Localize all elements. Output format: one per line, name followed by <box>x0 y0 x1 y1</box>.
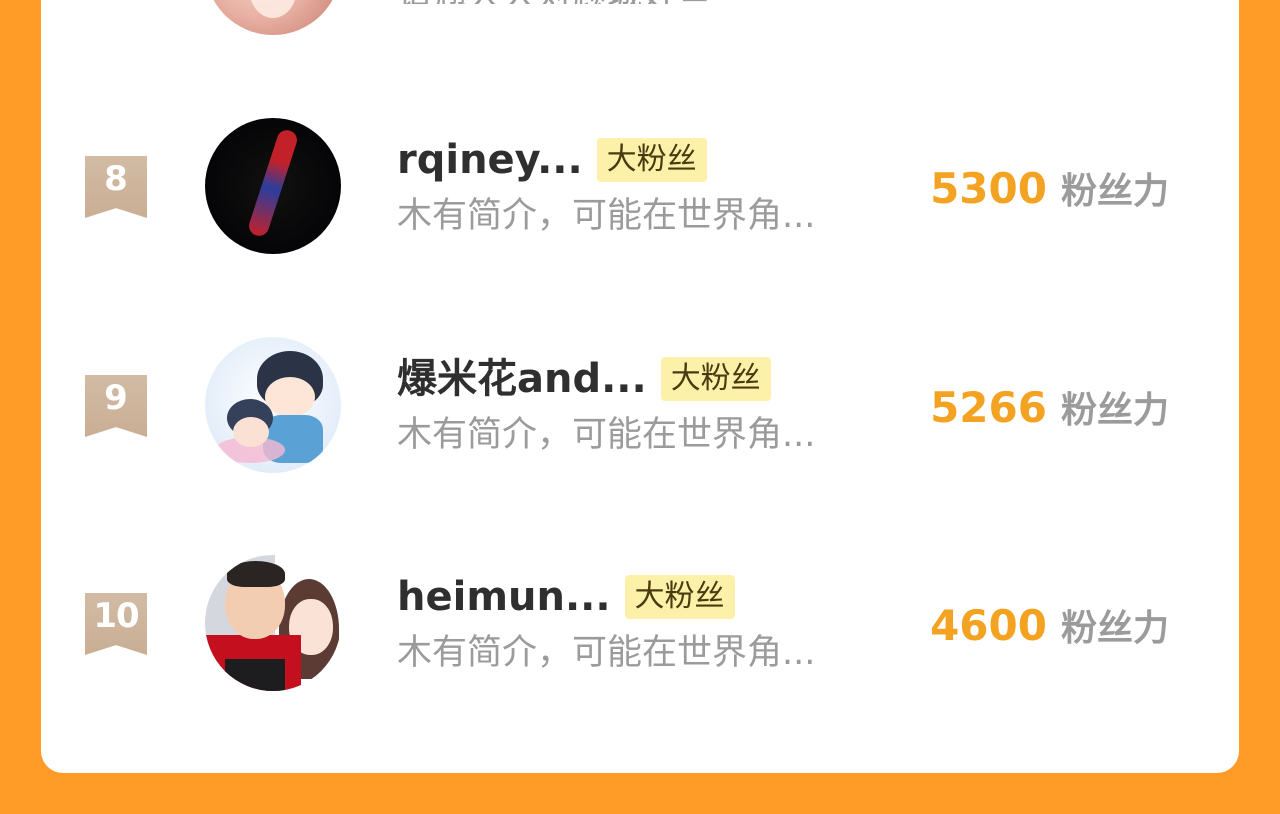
fan-power-score: 5266 粉丝力 <box>930 381 1169 433</box>
user-avatar[interactable] <box>205 555 341 691</box>
rank-badge: 9 <box>85 375 147 437</box>
user-bio: 木有简介，可能在世界角... <box>397 196 816 236</box>
user-avatar[interactable] <box>205 118 341 254</box>
fan-power-unit: 粉丝力 <box>1060 608 1169 649</box>
fan-level-badge: 大粉丝 <box>660 357 771 401</box>
ranking-row[interactable]: 8 rqiney... 大粉丝 木有简介，可能在世界角... 5300 粉丝力 <box>41 118 1239 258</box>
fan-power-value: 4600 <box>930 601 1047 650</box>
fan-power-value: 5266 <box>930 383 1047 432</box>
user-name-line: heimun... 大粉丝 <box>397 573 735 621</box>
user-name[interactable]: rqiney... <box>397 136 583 184</box>
user-bio: 木有简介，可能在世界角... <box>397 415 816 455</box>
user-avatar[interactable] <box>205 337 341 473</box>
rank-badge: 8 <box>85 156 147 218</box>
user-avatar-partial[interactable] <box>205 0 341 35</box>
rank-badge: 10 <box>85 593 147 655</box>
fan-power-score: 4600 粉丝力 <box>930 599 1169 651</box>
user-bio: 木有简介，可能在世界角... <box>397 633 816 673</box>
fan-level-badge: 大粉丝 <box>596 138 707 182</box>
user-name-line: rqiney... 大粉丝 <box>397 136 707 184</box>
fan-power-value: 5300 <box>930 164 1047 213</box>
fan-power-unit: 粉丝力 <box>1060 390 1169 431</box>
user-name-line: 爆米花and... 大粉丝 <box>397 355 771 403</box>
ranking-row[interactable]: 10 heimun... 大粉丝 木有简介，可能在世界角... 4600 粉丝力 <box>41 555 1239 695</box>
ranking-row[interactable]: 9 爆米花and... 大粉丝 木有简介，可能在世界角... 5266 粉丝力 <box>41 337 1239 477</box>
fan-power-score: 5300 粉丝力 <box>930 162 1169 214</box>
fan-level-badge: 大粉丝 <box>624 575 735 619</box>
user-name[interactable]: heimun... <box>397 573 611 621</box>
fan-power-unit: 粉丝力 <box>1060 171 1169 212</box>
user-bio-partial: 请翘大大对顾城好些 <box>397 0 712 4</box>
fan-ranking-card: 请翘大大对顾城好些 8 rqiney... 大粉丝 木有简介，可能在世界角...… <box>41 0 1239 773</box>
user-name[interactable]: 爆米花and... <box>397 355 647 403</box>
